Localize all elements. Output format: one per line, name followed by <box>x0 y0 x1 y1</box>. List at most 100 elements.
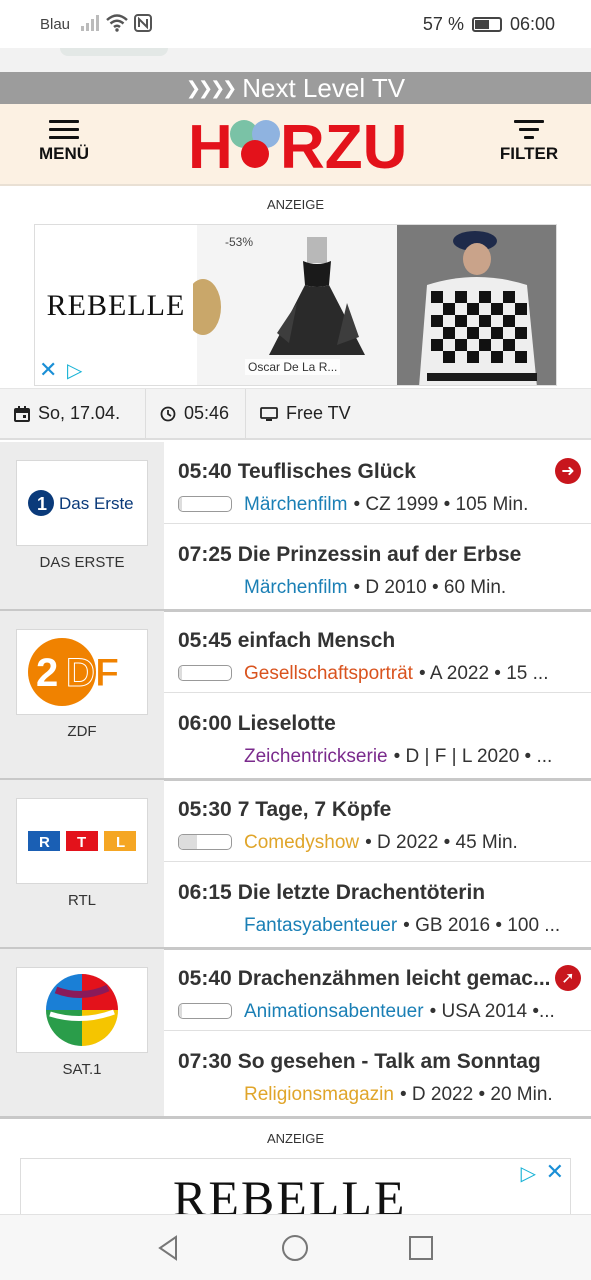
clock-icon <box>160 406 176 421</box>
date-selector[interactable]: So, 17.04. <box>0 389 146 438</box>
program-details: • USA 2014 •... <box>429 1001 555 1022</box>
program-meta: Fantasyabenteuer • GB 2016 • 100 ... <box>244 915 560 937</box>
sat1-logo <box>46 974 118 1046</box>
filter-button[interactable]: FILTER <box>499 120 559 172</box>
header: MENÜ H RZU FILTER <box>0 104 591 186</box>
ad-banner-bottom[interactable]: REBELLE ▷ ✕ <box>20 1158 571 1218</box>
program-details: • CZ 1999 • 105 Min. <box>353 494 529 515</box>
channel-logo[interactable] <box>16 967 148 1053</box>
program-item[interactable]: 05:40 Teuflisches Glück Märchenfilm • CZ 19… <box>164 442 591 524</box>
channel-logo[interactable]: RTL <box>16 798 148 884</box>
progress-bar <box>178 496 232 512</box>
back-icon[interactable] <box>154 1233 184 1263</box>
dress-image <box>269 237 365 355</box>
wifi-icon <box>106 14 128 32</box>
channel-logo[interactable]: 2 DF <box>16 629 148 715</box>
arrow-right-icon[interactable]: ➜ <box>555 458 581 484</box>
program-genre: Fantasyabenteuer <box>244 915 398 936</box>
ad-label: ANZEIGE <box>266 197 325 212</box>
program-meta: Religionsmagazin • D 2022 • 20 Min. <box>244 1084 553 1106</box>
browser-strip <box>0 48 591 72</box>
clock-time: 06:00 <box>509 14 555 34</box>
program-heading: 05:45 einfach Mensch <box>178 629 395 653</box>
program-title: 7 Tage, 7 Köpfe <box>237 798 392 821</box>
channel-name: SAT.1 <box>62 1061 102 1078</box>
hoerzu-logo[interactable]: H RZU <box>188 112 407 182</box>
program-details: • D 2022 • 20 Min. <box>399 1084 553 1105</box>
ad-banner[interactable]: REBELLE -53% Oscar De La R... ✕ ▷ <box>34 224 557 386</box>
progress-fill <box>179 1004 182 1018</box>
progress-fill <box>179 497 182 511</box>
time-selector[interactable]: 05:46 <box>146 389 246 438</box>
menu-button[interactable]: MENÜ <box>36 120 92 172</box>
channel-info[interactable]: 2 DF ZDF <box>0 611 164 778</box>
program-heading: 06:00 Lieselotte <box>178 712 336 736</box>
tv-icon <box>260 406 278 421</box>
svg-text:DF: DF <box>66 651 119 695</box>
channel-name: ZDF <box>67 723 97 740</box>
program-item[interactable]: 05:40 Drachenzähmen leicht gemac... Animat… <box>164 949 591 1031</box>
program-time: 06:00 <box>178 712 232 735</box>
logo-graphic: H RZU <box>188 113 407 182</box>
banner-text: Next Level TV <box>242 72 406 103</box>
date-value: So, 17.04. <box>38 403 121 423</box>
ad-model-image[interactable] <box>397 225 556 385</box>
adchoices-icon[interactable]: ▷ <box>521 1161 536 1186</box>
svg-text:1: 1 <box>37 494 47 514</box>
program-time: 07:25 <box>178 543 232 566</box>
arrow-up-right-icon[interactable]: ➚ <box>555 965 581 991</box>
das-erste-logo: 1 Das Erste <box>28 490 134 516</box>
program-heading: 06:15 Die letzte Drachentöterin <box>178 881 485 905</box>
program-meta: Gesellschaftsporträt • A 2022 • 15 ... <box>244 663 548 685</box>
program-genre: Animationsabenteuer <box>244 1001 424 1022</box>
program-heading: 05:40 Teuflisches Glück <box>178 460 416 484</box>
status-bar: Blau 57 % 06:00 <box>0 0 591 48</box>
close-icon[interactable]: ✕ <box>39 357 57 383</box>
svg-text:Das Erste: Das Erste <box>59 494 134 513</box>
channel-row: 2 DF ZDF 05:45 einfach Mensch Gesellschaftspo… <box>0 611 591 781</box>
channel-name: RTL <box>67 892 97 909</box>
program-details: • A 2022 • 15 ... <box>418 663 549 684</box>
next-level-tv-banner[interactable]: ❯❯❯❯ Next Level TV <box>0 72 591 104</box>
program-heading: 07:25 Die Prinzessin auf der Erbse <box>178 543 521 567</box>
close-icon[interactable]: ✕ <box>546 1159 564 1185</box>
program-title: Die letzte Drachentöterin <box>237 881 486 904</box>
channel-info[interactable]: 1 Das Erste DAS ERSTE <box>0 442 164 609</box>
adchoices-icon[interactable]: ▷ <box>67 358 82 383</box>
channel-info[interactable]: SAT.1 <box>0 949 164 1116</box>
program-time: 05:45 <box>178 629 232 652</box>
program-time: 06:15 <box>178 881 232 904</box>
channel-row: SAT.1 05:40 Drachenzähmen leicht gemac... A… <box>0 949 591 1119</box>
program-item[interactable]: 07:25 Die Prinzessin auf der Erbse Märchen… <box>164 525 591 607</box>
filter-label: FILTER <box>499 144 559 163</box>
system-nav-bar <box>0 1214 591 1280</box>
progress-bar <box>178 1003 232 1019</box>
program-title: Drachenzähmen leicht gemac... <box>237 967 551 990</box>
model-photo <box>397 225 556 385</box>
chevrons-icon: ❯❯❯❯ <box>185 77 237 98</box>
program-item[interactable]: 06:00 Lieselotte Zeichentrickserie • D | F … <box>164 694 591 776</box>
program-item[interactable]: 07:30 So gesehen - Talk am Sonntag Religio… <box>164 1032 591 1114</box>
program-item[interactable]: 06:15 Die letzte Drachentöterin Fantasyabe… <box>164 863 591 945</box>
ad-brand: REBELLE <box>46 289 186 322</box>
program-list: 05:40 Teuflisches Glück Märchenfilm • CZ 19… <box>164 442 591 609</box>
channel-info[interactable]: R T L RTL <box>0 780 164 947</box>
package-selector[interactable]: Free TV <box>246 389 366 438</box>
calendar-icon <box>14 405 30 422</box>
program-details: • GB 2016 • 100 ... <box>403 915 561 936</box>
channel-logo[interactable]: 1 Das Erste <box>16 460 148 546</box>
recents-icon[interactable] <box>406 1233 436 1263</box>
program-item[interactable]: 05:45 einfach Mensch Gesellschaftsporträt •… <box>164 611 591 693</box>
tab-handle <box>60 48 168 56</box>
program-item[interactable]: 05:30 7 Tage, 7 Köpfe Comedyshow • D 2022 •… <box>164 780 591 862</box>
svg-text:2: 2 <box>36 651 58 695</box>
ad-label-bottom: ANZEIGE <box>266 1131 325 1146</box>
svg-text:H: H <box>188 113 233 178</box>
ad-partial-product <box>193 279 221 335</box>
channel-row: R T L RTL 05:30 7 Tage, 7 Köpfe Comedyshow • D … <box>0 780 591 950</box>
svg-text:RZU: RZU <box>280 113 404 178</box>
program-list: 05:45 einfach Mensch Gesellschaftsporträt •… <box>164 611 591 778</box>
ad-product-image[interactable]: -53% Oscar De La R... <box>193 225 397 385</box>
home-icon[interactable] <box>280 1233 310 1263</box>
ad-product-brand: Oscar De La R... <box>245 359 341 375</box>
